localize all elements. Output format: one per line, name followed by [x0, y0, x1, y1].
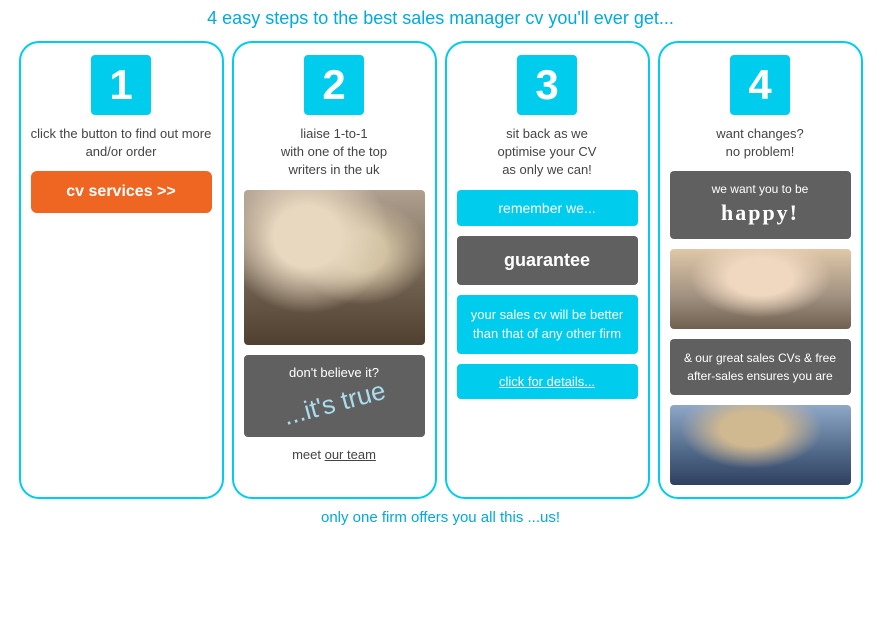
team-image — [244, 190, 425, 345]
page-title: 4 easy steps to the best sales manager c… — [8, 8, 873, 29]
click-details-box[interactable]: click for details... — [457, 364, 638, 399]
happy-image — [670, 249, 851, 329]
man-image-inner — [670, 405, 851, 485]
our-team-link[interactable]: our team — [325, 447, 376, 462]
cv-services-button[interactable]: cv services >> — [31, 171, 212, 213]
step-3-number: 3 — [517, 55, 577, 115]
team-image-inner — [244, 190, 425, 345]
man-image — [670, 405, 851, 485]
remember-box: remember we... — [457, 190, 638, 226]
footer-text: only one firm offers you all this ...us! — [8, 509, 873, 526]
step-4-number: 4 — [730, 55, 790, 115]
better-than-box: your sales cv will be better than that o… — [457, 295, 638, 354]
step-1-number: 1 — [91, 55, 151, 115]
dont-believe-wrapper: don't believe it? ...it's true — [244, 355, 425, 437]
step-4-desc: want changes? no problem! — [716, 125, 803, 161]
meet-prefix: meet — [292, 447, 325, 462]
step-2-number: 2 — [304, 55, 364, 115]
column-2: 2 liaise 1-to-1 with one of the top writ… — [232, 41, 437, 499]
its-true-text: ...it's true — [279, 375, 388, 432]
happy-word: happy! — [680, 198, 841, 229]
step-3-desc: sit back as we optimise your CV as only … — [498, 125, 597, 180]
column-1: 1 click the button to find out more and/… — [19, 41, 224, 499]
happy-line1: we want you to be — [712, 182, 809, 196]
happy-box: we want you to be happy! — [670, 171, 851, 239]
column-3: 3 sit back as we optimise your CV as onl… — [445, 41, 650, 499]
dont-believe-text: don't believe it? — [254, 365, 415, 380]
great-sales-box: & our great sales CVs & free after-sales… — [670, 339, 851, 395]
click-link[interactable]: click for details... — [499, 374, 595, 389]
happy-image-inner — [670, 249, 851, 329]
columns-wrapper: 1 click the button to find out more and/… — [8, 41, 873, 499]
column-4: 4 want changes? no problem! we want you … — [658, 41, 863, 499]
meet-team: meet our team — [292, 447, 376, 462]
guarantee-box: guarantee — [457, 236, 638, 285]
step-1-desc: click the button to find out more and/or… — [31, 125, 212, 161]
step-2-desc: liaise 1-to-1 with one of the top writer… — [281, 125, 387, 180]
